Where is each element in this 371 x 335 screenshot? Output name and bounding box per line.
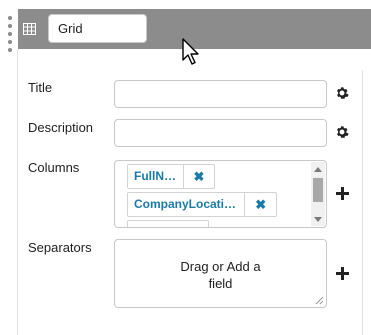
add-column-plus-icon[interactable]	[336, 187, 349, 200]
resize-grip-icon[interactable]	[315, 296, 324, 305]
columns-list[interactable]: FullName ✖ CompanyLocation... ✖	[114, 160, 327, 228]
scroll-down-arrow-icon[interactable]	[314, 217, 322, 222]
add-separator-plus-icon[interactable]	[336, 267, 349, 280]
column-chip-partial[interactable]	[127, 220, 209, 227]
description-input[interactable]	[114, 119, 327, 147]
drag-handle[interactable]	[8, 16, 14, 52]
column-chip-fullname[interactable]: FullName ✖	[127, 164, 215, 189]
columns-label: Columns	[28, 160, 80, 175]
separators-drop-zone[interactable]: Drag or Add a field	[114, 239, 327, 308]
grid-icon	[23, 23, 36, 35]
scroll-up-arrow-icon[interactable]	[314, 167, 322, 172]
panel-left-border	[17, 49, 18, 335]
title-input[interactable]	[114, 80, 327, 108]
scroll-thumb[interactable]	[313, 178, 323, 202]
panel-right-border	[362, 70, 363, 335]
description-label: Description	[28, 120, 94, 135]
title-label: Title	[28, 80, 53, 95]
column-chip-label: FullName	[134, 169, 183, 183]
column-chip-companylocation[interactable]: CompanyLocation... ✖	[127, 192, 277, 217]
separators-drop-text: Drag or Add a field	[115, 258, 326, 292]
columns-scrollbar[interactable]	[311, 162, 325, 226]
separators-label: Separators	[28, 240, 92, 255]
drop-text-line2: field	[208, 276, 233, 291]
title-settings-gear-icon[interactable]	[335, 86, 349, 100]
remove-column-icon[interactable]: ✖	[182, 165, 214, 188]
remove-column-icon[interactable]: ✖	[244, 193, 276, 216]
column-chip-label: CompanyLocation...	[134, 197, 245, 211]
component-name-input[interactable]: Grid	[48, 14, 147, 43]
description-settings-gear-icon[interactable]	[335, 125, 349, 139]
mouse-cursor-icon	[182, 38, 199, 65]
drop-text-line1: Drag or Add a	[180, 259, 261, 274]
